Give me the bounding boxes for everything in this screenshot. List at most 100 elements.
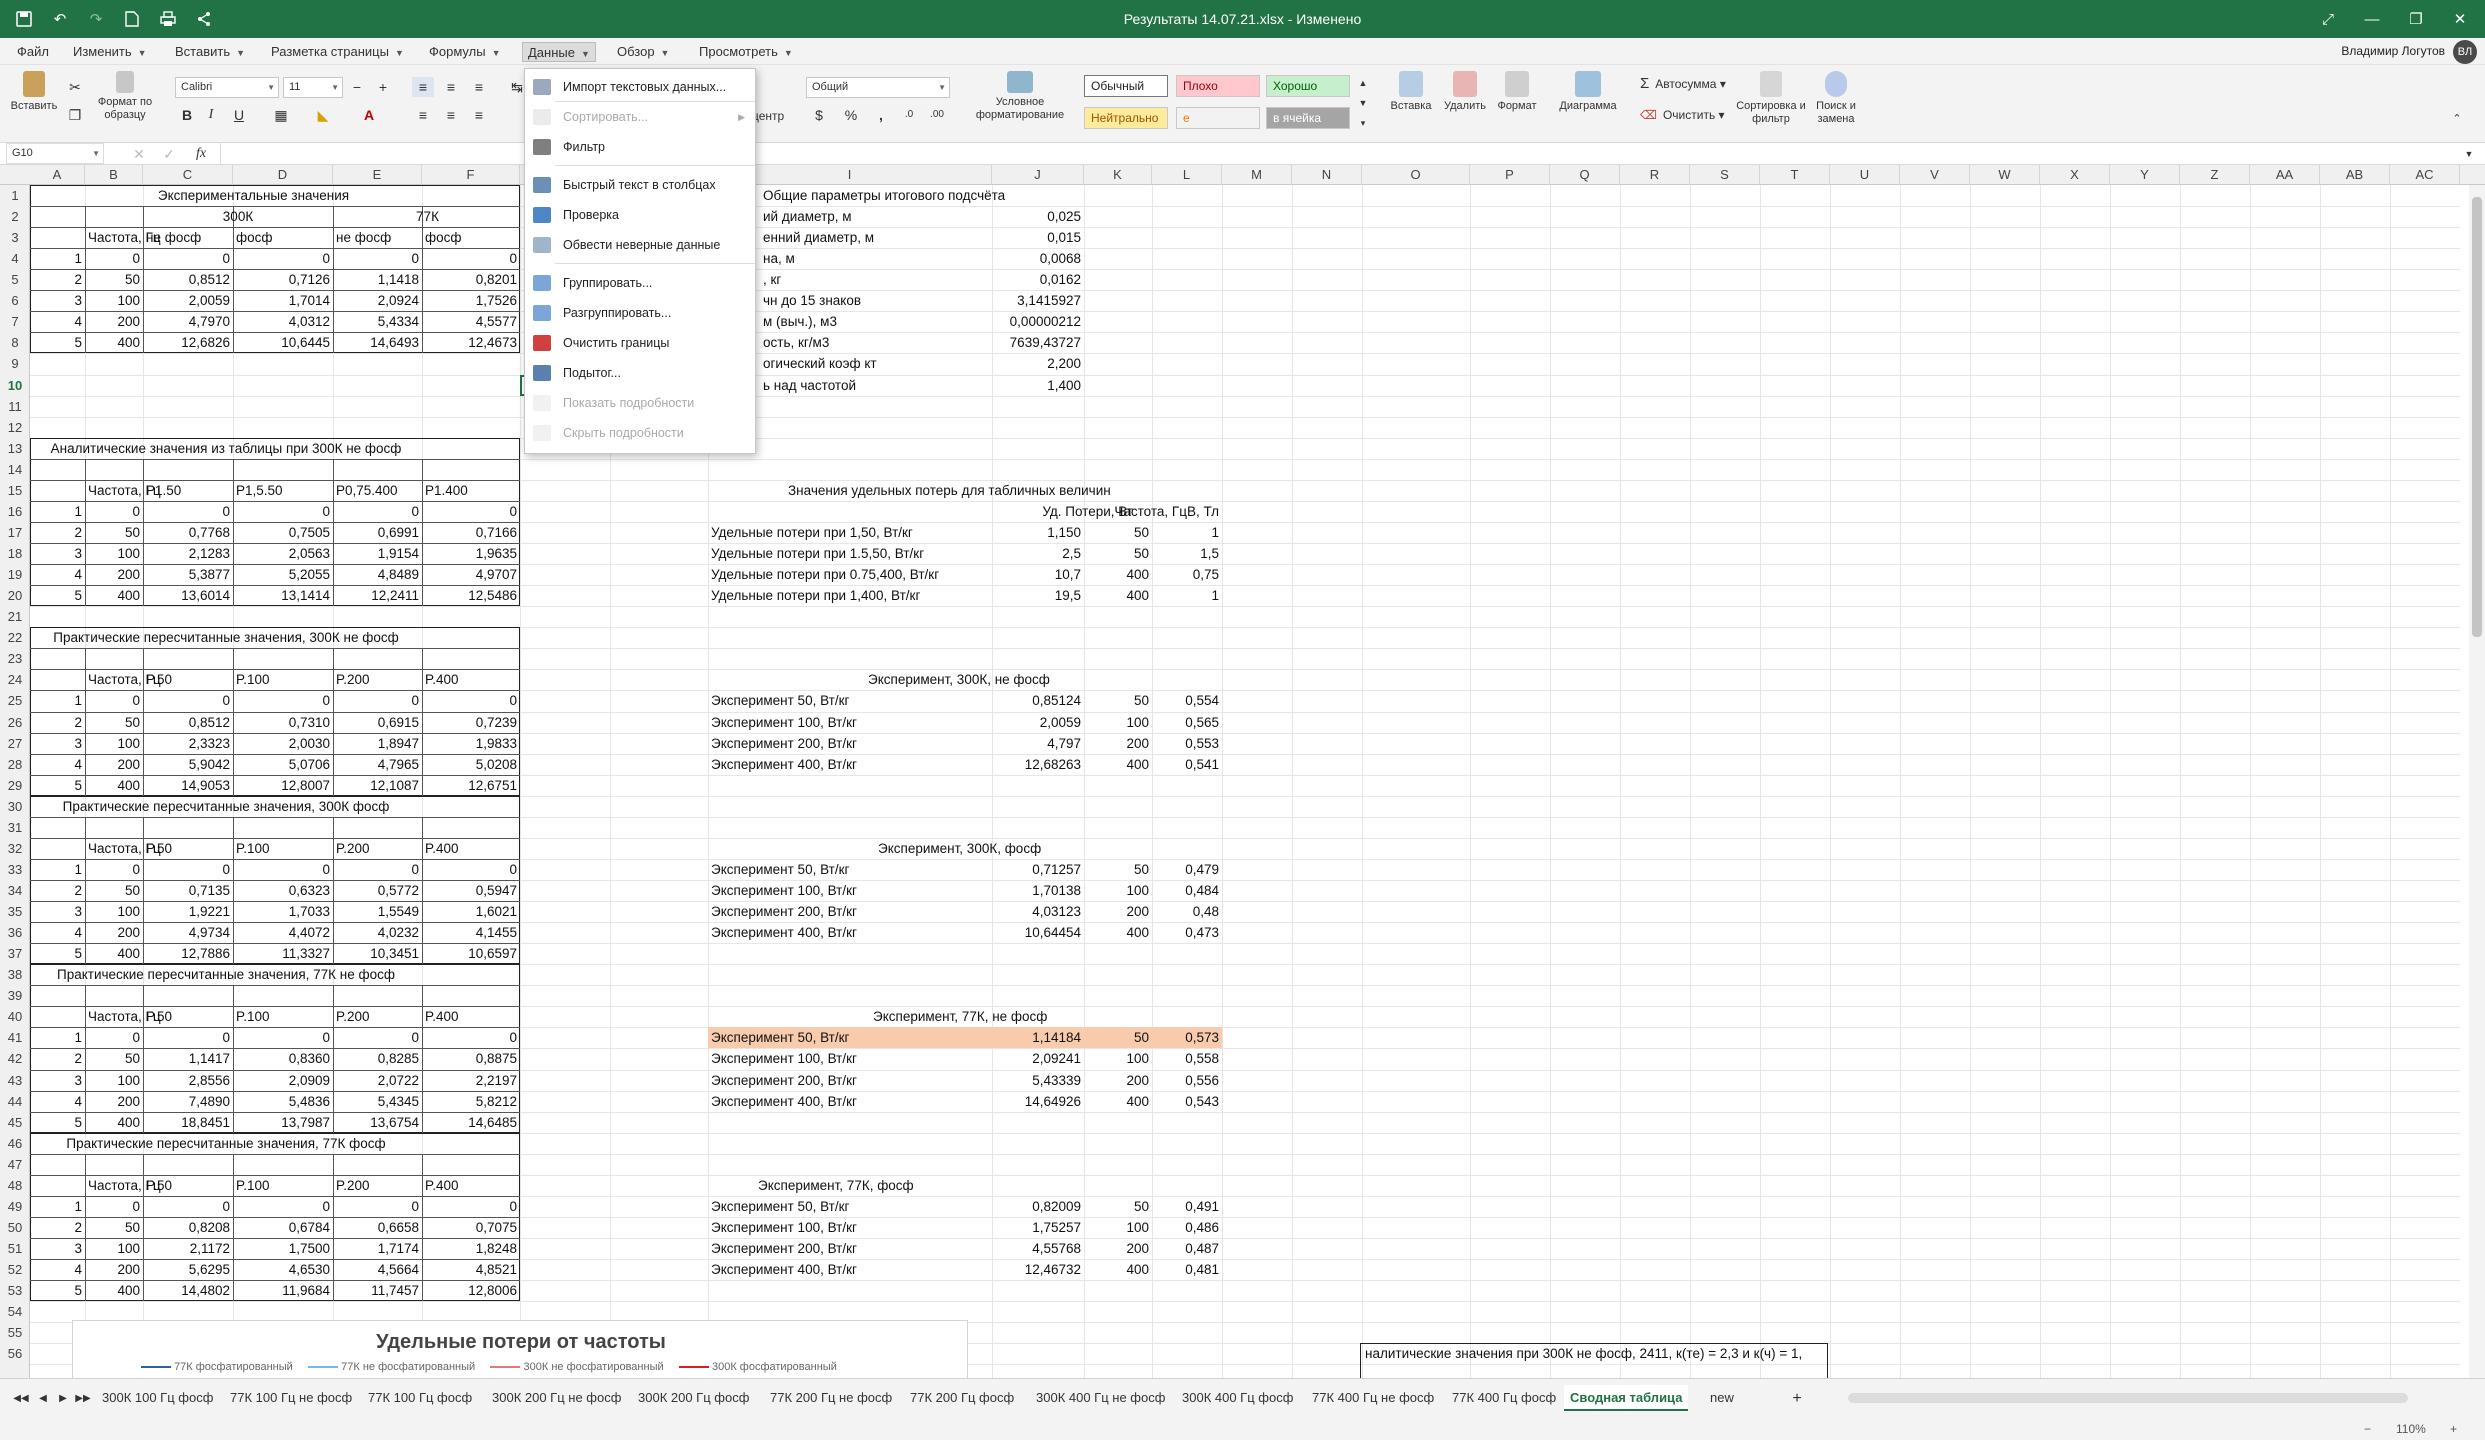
cell[interactable]: 14,9053 bbox=[143, 775, 233, 796]
cell[interactable]: 0,481 bbox=[1152, 1259, 1222, 1280]
cell[interactable]: 2,2197 bbox=[422, 1070, 520, 1091]
copy-icon[interactable]: ❐ bbox=[64, 105, 86, 125]
cell[interactable]: 2,0924 bbox=[333, 290, 422, 311]
row-header[interactable]: 51 bbox=[0, 1238, 30, 1259]
column-header[interactable]: Q bbox=[1550, 165, 1620, 185]
cut-icon[interactable]: ✂ bbox=[64, 77, 86, 97]
cell[interactable]: Эксперимент, 77К, не фосф bbox=[708, 1006, 1128, 1027]
cell[interactable]: 5,2055 bbox=[233, 564, 333, 585]
autosum-button[interactable]: Σ Автосумма ▾ bbox=[1640, 76, 1726, 91]
sheet-tab[interactable]: 77К 400 Гц фосф bbox=[1446, 1385, 1562, 1411]
row-header[interactable]: 12 bbox=[0, 417, 30, 438]
cell[interactable]: 0 bbox=[333, 501, 422, 522]
column-header[interactable]: C bbox=[143, 165, 233, 185]
font-color-icon[interactable]: A bbox=[358, 105, 380, 125]
cell[interactable]: 0 bbox=[85, 690, 143, 711]
thousands-icon[interactable]: , bbox=[870, 105, 892, 125]
cell[interactable]: Эксперимент 100, Вт/кг bbox=[708, 880, 992, 901]
row-header[interactable]: 44 bbox=[0, 1091, 30, 1112]
cell[interactable]: 12,8007 bbox=[233, 775, 333, 796]
cell[interactable]: 1 bbox=[30, 1196, 85, 1217]
cell[interactable]: 12,6826 bbox=[143, 332, 233, 353]
cell[interactable]: 3 bbox=[30, 733, 85, 754]
cell[interactable]: 4 bbox=[30, 311, 85, 332]
cell[interactable]: 12,8006 bbox=[422, 1280, 520, 1301]
sheet-tab[interactable]: 300К 200 Гц не фосф bbox=[486, 1385, 627, 1411]
cell[interactable]: 0,541 bbox=[1152, 754, 1222, 775]
row-header[interactable]: 14 bbox=[0, 459, 30, 480]
row-header[interactable]: 36 bbox=[0, 922, 30, 943]
column-header[interactable]: AC bbox=[2390, 165, 2460, 185]
cell[interactable]: 0,543 bbox=[1152, 1091, 1222, 1112]
cell[interactable]: 0,7135 bbox=[143, 880, 233, 901]
cell[interactable]: 0,479 bbox=[1152, 859, 1222, 880]
row-header[interactable]: 45 bbox=[0, 1112, 30, 1133]
format-cells-button[interactable]: Формат bbox=[1492, 71, 1542, 113]
row-header[interactable]: 34 bbox=[0, 880, 30, 901]
vertical-scrollbar[interactable] bbox=[2469, 185, 2485, 1378]
cell[interactable]: 1,7526 bbox=[422, 290, 520, 311]
menu-item-circle-invalid[interactable]: Обвести неверные данные bbox=[525, 233, 755, 257]
currency-icon[interactable]: $ bbox=[808, 105, 830, 125]
align-top-icon[interactable]: ≡ bbox=[412, 77, 434, 97]
row-header[interactable]: 55 bbox=[0, 1322, 30, 1343]
cell[interactable]: 1,8947 bbox=[333, 733, 422, 754]
column-header[interactable]: S bbox=[1690, 165, 1760, 185]
cell[interactable]: 0,558 bbox=[1152, 1048, 1222, 1069]
cell[interactable]: 400 bbox=[1084, 754, 1152, 775]
cell[interactable]: 0,473 bbox=[1152, 922, 1222, 943]
cell[interactable]: 0,0068 bbox=[992, 248, 1084, 269]
cell[interactable]: 0,7505 bbox=[233, 522, 333, 543]
cell[interactable]: 0,8208 bbox=[143, 1217, 233, 1238]
cell[interactable]: 4,6530 bbox=[233, 1259, 333, 1280]
save-icon[interactable] bbox=[14, 9, 34, 29]
cell[interactable]: 4 bbox=[30, 754, 85, 775]
cell[interactable]: Эксперимент 200, Вт/кг bbox=[708, 901, 992, 922]
confirm-icon[interactable]: ✓ bbox=[158, 144, 180, 164]
cell[interactable]: 0 bbox=[422, 859, 520, 880]
cell[interactable]: 200 bbox=[85, 754, 143, 775]
find-replace-button[interactable]: Поиск и замена bbox=[1808, 71, 1864, 126]
column-header[interactable]: K bbox=[1084, 165, 1152, 185]
cell[interactable]: 1,9635 bbox=[422, 543, 520, 564]
cell[interactable]: 400 bbox=[1084, 1091, 1152, 1112]
cell[interactable]: 10,6445 bbox=[233, 332, 333, 353]
cell[interactable]: 50 bbox=[85, 712, 143, 733]
cell[interactable]: Эксперимент 50, Вт/кг bbox=[708, 1196, 992, 1217]
cell[interactable]: 0,7239 bbox=[422, 712, 520, 733]
cell[interactable]: 0,6784 bbox=[233, 1217, 333, 1238]
cell[interactable]: 0 bbox=[143, 690, 233, 711]
cell[interactable]: P.400 bbox=[422, 838, 520, 859]
borders-icon[interactable]: ▦ bbox=[270, 105, 292, 125]
row-header[interactable]: 25 bbox=[0, 690, 30, 711]
cell[interactable]: 400 bbox=[85, 775, 143, 796]
cell[interactable]: 10,64454 bbox=[992, 922, 1084, 943]
column-header[interactable]: A bbox=[30, 165, 85, 185]
row-header[interactable]: 46 bbox=[0, 1133, 30, 1154]
cell[interactable]: 2,200 bbox=[992, 353, 1084, 374]
style-calculation[interactable]: е bbox=[1176, 107, 1260, 129]
styles-more-icon[interactable]: ▾ bbox=[1352, 113, 1374, 133]
cell[interactable]: 5,0208 bbox=[422, 754, 520, 775]
cell[interactable]: Эксперимент, 300К, фосф bbox=[708, 838, 1128, 859]
cell[interactable]: 0 bbox=[143, 501, 233, 522]
row-header[interactable]: 18 bbox=[0, 543, 30, 564]
row-header[interactable]: 37 bbox=[0, 943, 30, 964]
row-header[interactable]: 56 bbox=[0, 1343, 30, 1364]
cell[interactable]: 5 bbox=[30, 1280, 85, 1301]
cell[interactable]: P.50 bbox=[143, 1175, 233, 1196]
cell[interactable]: 200 bbox=[85, 564, 143, 585]
cell[interactable]: 0,7075 bbox=[422, 1217, 520, 1238]
cell[interactable]: Эксперимент 400, Вт/кг bbox=[708, 1091, 992, 1112]
cell[interactable]: 1,8248 bbox=[422, 1238, 520, 1259]
cell[interactable]: 1,150 bbox=[992, 522, 1084, 543]
cell[interactable]: P.50 bbox=[143, 838, 233, 859]
cell[interactable]: 0 bbox=[333, 859, 422, 880]
cell[interactable]: 0,8512 bbox=[143, 269, 233, 290]
sheet-tab[interactable]: 77К 100 Гц фосф bbox=[362, 1385, 478, 1411]
column-header[interactable]: M bbox=[1222, 165, 1292, 185]
cell[interactable]: 2 bbox=[30, 1048, 85, 1069]
row-header[interactable]: 21 bbox=[0, 606, 30, 627]
row-header[interactable]: 11 bbox=[0, 396, 30, 417]
cell[interactable]: 400 bbox=[85, 1280, 143, 1301]
